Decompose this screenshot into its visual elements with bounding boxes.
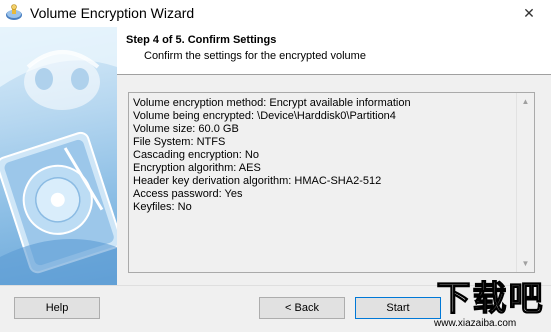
app-key-icon <box>6 4 22 20</box>
wizard-side-image <box>0 27 117 285</box>
title-bar: Volume Encryption Wizard ✕ <box>0 0 551 28</box>
summary-line: Cascading encryption: No <box>133 149 259 161</box>
wizard-header: Step 4 of 5. Confirm Settings Confirm th… <box>117 27 551 75</box>
settings-summary-box[interactable]: Volume encryption method: Encrypt availa… <box>128 92 535 273</box>
watermark-logo: 下载吧 <box>436 278 545 319</box>
watermark-url: www.xiazaiba.com <box>434 318 517 329</box>
step-title: Step 4 of 5. Confirm Settings <box>126 34 277 46</box>
summary-line: Volume size: 60.0 GB <box>133 123 239 135</box>
summary-line: Access password: Yes <box>133 188 243 200</box>
help-button[interactable]: Help <box>14 297 100 319</box>
scroll-down-icon[interactable]: ▼ <box>517 255 534 272</box>
close-button[interactable]: ✕ <box>507 0 551 27</box>
summary-line: Header key derivation algorithm: HMAC-SH… <box>133 175 382 187</box>
wizard-content: Volume encryption method: Encrypt availa… <box>117 75 551 285</box>
step-subtitle: Confirm the settings for the encrypted v… <box>144 50 366 62</box>
summary-lines: Volume encryption method: Encrypt availa… <box>133 97 516 214</box>
close-icon: ✕ <box>523 5 535 21</box>
summary-line: File System: NTFS <box>133 136 226 148</box>
window-title: Volume Encryption Wizard <box>30 5 195 21</box>
start-button[interactable]: Start <box>355 297 441 319</box>
watermark: 下载吧 www.xiazaiba.com <box>430 272 551 331</box>
summary-line: Volume being encrypted: \Device\Harddisk… <box>133 110 396 122</box>
summary-line: Encryption algorithm: AES <box>133 162 261 174</box>
back-button[interactable]: < Back <box>259 297 345 319</box>
summary-line: Keyfiles: No <box>133 201 192 213</box>
scroll-up-icon[interactable]: ▲ <box>517 93 534 110</box>
summary-line: Volume encryption method: Encrypt availa… <box>133 97 411 109</box>
disk-lock-illustration <box>0 27 117 285</box>
vertical-scrollbar[interactable]: ▲ ▼ <box>516 93 534 272</box>
